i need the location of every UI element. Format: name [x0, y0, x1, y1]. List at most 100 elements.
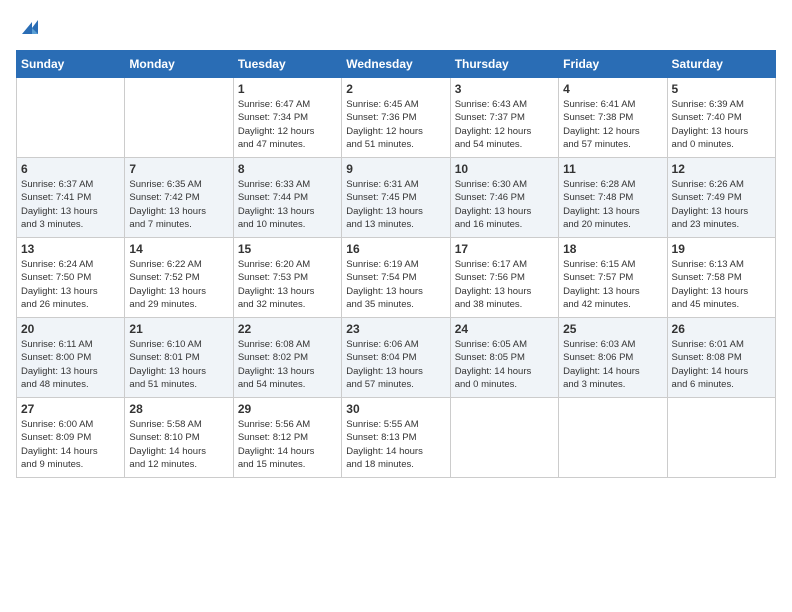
day-number: 17: [455, 242, 554, 256]
day-number: 30: [346, 402, 445, 416]
header-day: Monday: [125, 51, 233, 78]
day-number: 16: [346, 242, 445, 256]
calendar-cell: 1 Sunrise: 6:47 AM Sunset: 7:34 PM Daylig…: [233, 78, 341, 158]
day-info: Sunrise: 6:13 AM Sunset: 7:58 PM Dayligh…: [672, 258, 771, 311]
day-number: 12: [672, 162, 771, 176]
calendar-cell: [17, 78, 125, 158]
day-info: Sunrise: 6:43 AM Sunset: 7:37 PM Dayligh…: [455, 98, 554, 151]
calendar-cell: 15Sunrise: 6:20 AM Sunset: 7:53 PM Dayli…: [233, 238, 341, 318]
day-number: 29: [238, 402, 337, 416]
calendar-cell: 4 Sunrise: 6:41 AM Sunset: 7:38 PM Daylig…: [559, 78, 667, 158]
day-info: Sunrise: 6:24 AM Sunset: 7:50 PM Dayligh…: [21, 258, 120, 311]
day-number: 19: [672, 242, 771, 256]
day-info: Sunrise: 6:45 AM Sunset: 7:36 PM Dayligh…: [346, 98, 445, 151]
day-info: Sunrise: 6:06 AM Sunset: 8:04 PM Dayligh…: [346, 338, 445, 391]
page-header: [16, 16, 776, 38]
day-number: 24: [455, 322, 554, 336]
day-info: Sunrise: 6:26 AM Sunset: 7:49 PM Dayligh…: [672, 178, 771, 231]
calendar-cell: 9 Sunrise: 6:31 AM Sunset: 7:45 PM Daylig…: [342, 158, 450, 238]
calendar-cell: 11 Sunrise: 6:28 AM Sunset: 7:48 PM Dayli…: [559, 158, 667, 238]
day-number: 14: [129, 242, 228, 256]
calendar-cell: 24 Sunrise: 6:05 AM Sunset: 8:05 PM Dayli…: [450, 318, 558, 398]
header-day: Tuesday: [233, 51, 341, 78]
day-number: 7: [129, 162, 228, 176]
header-day: Thursday: [450, 51, 558, 78]
day-number: 22: [238, 322, 337, 336]
calendar-cell: 2 Sunrise: 6:45 AM Sunset: 7:36 PM Daylig…: [342, 78, 450, 158]
calendar-cell: 17 Sunrise: 6:17 AM Sunset: 7:56 PM Dayli…: [450, 238, 558, 318]
header-day: Saturday: [667, 51, 775, 78]
day-info: Sunrise: 6:22 AM Sunset: 7:52 PM Dayligh…: [129, 258, 228, 311]
day-number: 10: [455, 162, 554, 176]
day-number: 13: [21, 242, 120, 256]
calendar-week-row: 27Sunrise: 6:00 AM Sunset: 8:09 PM Dayli…: [17, 398, 776, 478]
day-number: 9: [346, 162, 445, 176]
calendar-cell: [559, 398, 667, 478]
day-number: 2: [346, 82, 445, 96]
day-info: Sunrise: 6:31 AM Sunset: 7:45 PM Dayligh…: [346, 178, 445, 231]
day-number: 18: [563, 242, 662, 256]
day-info: Sunrise: 6:41 AM Sunset: 7:38 PM Dayligh…: [563, 98, 662, 151]
day-number: 5: [672, 82, 771, 96]
calendar-cell: 19 Sunrise: 6:13 AM Sunset: 7:58 PM Dayli…: [667, 238, 775, 318]
calendar-week-row: 13 Sunrise: 6:24 AM Sunset: 7:50 PM Dayli…: [17, 238, 776, 318]
day-info: Sunrise: 6:08 AM Sunset: 8:02 PM Dayligh…: [238, 338, 337, 391]
calendar-cell: 3 Sunrise: 6:43 AM Sunset: 7:37 PM Daylig…: [450, 78, 558, 158]
calendar-week-row: 6Sunrise: 6:37 AM Sunset: 7:41 PM Daylig…: [17, 158, 776, 238]
header-day: Wednesday: [342, 51, 450, 78]
day-info: Sunrise: 6:20 AM Sunset: 7:53 PM Dayligh…: [238, 258, 337, 311]
day-number: 20: [21, 322, 120, 336]
day-number: 6: [21, 162, 120, 176]
calendar-cell: 29 Sunrise: 5:56 AM Sunset: 8:12 PM Dayli…: [233, 398, 341, 478]
day-info: Sunrise: 6:39 AM Sunset: 7:40 PM Dayligh…: [672, 98, 771, 151]
day-info: Sunrise: 6:47 AM Sunset: 7:34 PM Dayligh…: [238, 98, 337, 151]
calendar-week-row: 1 Sunrise: 6:47 AM Sunset: 7:34 PM Daylig…: [17, 78, 776, 158]
day-number: 1: [238, 82, 337, 96]
calendar-cell: 23 Sunrise: 6:06 AM Sunset: 8:04 PM Dayli…: [342, 318, 450, 398]
day-number: 27: [21, 402, 120, 416]
day-number: 11: [563, 162, 662, 176]
day-number: 25: [563, 322, 662, 336]
calendar-cell: 25 Sunrise: 6:03 AM Sunset: 8:06 PM Dayli…: [559, 318, 667, 398]
day-info: Sunrise: 6:15 AM Sunset: 7:57 PM Dayligh…: [563, 258, 662, 311]
calendar-cell: 21 Sunrise: 6:10 AM Sunset: 8:01 PM Dayli…: [125, 318, 233, 398]
calendar-cell: 27Sunrise: 6:00 AM Sunset: 8:09 PM Dayli…: [17, 398, 125, 478]
calendar-cell: [125, 78, 233, 158]
day-info: Sunrise: 5:58 AM Sunset: 8:10 PM Dayligh…: [129, 418, 228, 471]
calendar-cell: [450, 398, 558, 478]
day-info: Sunrise: 6:17 AM Sunset: 7:56 PM Dayligh…: [455, 258, 554, 311]
day-number: 8: [238, 162, 337, 176]
day-number: 26: [672, 322, 771, 336]
calendar-cell: 14 Sunrise: 6:22 AM Sunset: 7:52 PM Dayli…: [125, 238, 233, 318]
header-row: SundayMondayTuesdayWednesdayThursdayFrid…: [17, 51, 776, 78]
day-info: Sunrise: 6:03 AM Sunset: 8:06 PM Dayligh…: [563, 338, 662, 391]
calendar-cell: 28Sunrise: 5:58 AM Sunset: 8:10 PM Dayli…: [125, 398, 233, 478]
day-number: 21: [129, 322, 228, 336]
day-info: Sunrise: 6:10 AM Sunset: 8:01 PM Dayligh…: [129, 338, 228, 391]
calendar-cell: 7Sunrise: 6:35 AM Sunset: 7:42 PM Daylig…: [125, 158, 233, 238]
calendar-week-row: 20Sunrise: 6:11 AM Sunset: 8:00 PM Dayli…: [17, 318, 776, 398]
calendar-cell: 16 Sunrise: 6:19 AM Sunset: 7:54 PM Dayli…: [342, 238, 450, 318]
day-info: Sunrise: 5:55 AM Sunset: 8:13 PM Dayligh…: [346, 418, 445, 471]
calendar-cell: 20Sunrise: 6:11 AM Sunset: 8:00 PM Dayli…: [17, 318, 125, 398]
day-info: Sunrise: 6:28 AM Sunset: 7:48 PM Dayligh…: [563, 178, 662, 231]
day-info: Sunrise: 6:19 AM Sunset: 7:54 PM Dayligh…: [346, 258, 445, 311]
logo-icon: [18, 16, 40, 38]
day-number: 3: [455, 82, 554, 96]
day-info: Sunrise: 6:01 AM Sunset: 8:08 PM Dayligh…: [672, 338, 771, 391]
calendar-table: SundayMondayTuesdayWednesdayThursdayFrid…: [16, 50, 776, 478]
logo: [16, 16, 40, 38]
day-info: Sunrise: 5:56 AM Sunset: 8:12 PM Dayligh…: [238, 418, 337, 471]
calendar-cell: 6Sunrise: 6:37 AM Sunset: 7:41 PM Daylig…: [17, 158, 125, 238]
day-info: Sunrise: 6:05 AM Sunset: 8:05 PM Dayligh…: [455, 338, 554, 391]
day-info: Sunrise: 6:30 AM Sunset: 7:46 PM Dayligh…: [455, 178, 554, 231]
header-day: Sunday: [17, 51, 125, 78]
calendar-cell: 22 Sunrise: 6:08 AM Sunset: 8:02 PM Dayli…: [233, 318, 341, 398]
calendar-cell: [667, 398, 775, 478]
calendar-cell: 10 Sunrise: 6:30 AM Sunset: 7:46 PM Dayli…: [450, 158, 558, 238]
day-number: 4: [563, 82, 662, 96]
calendar-cell: 8Sunrise: 6:33 AM Sunset: 7:44 PM Daylig…: [233, 158, 341, 238]
day-number: 23: [346, 322, 445, 336]
header-day: Friday: [559, 51, 667, 78]
calendar-cell: 18 Sunrise: 6:15 AM Sunset: 7:57 PM Dayli…: [559, 238, 667, 318]
